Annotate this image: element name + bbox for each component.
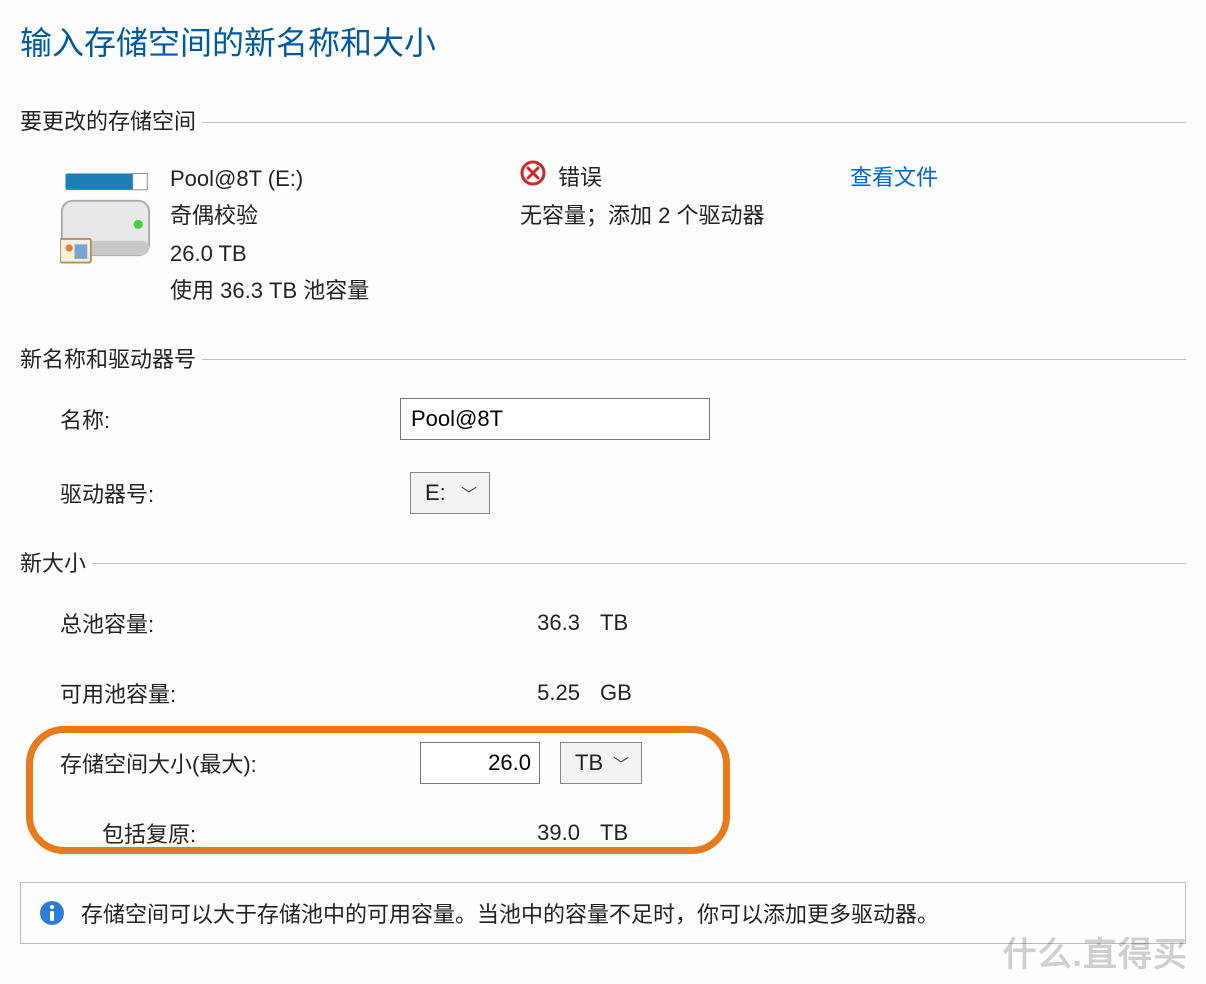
incl-restore-label: 包括复原: — [60, 817, 420, 849]
info-text: 存储空间可以大于存储池中的可用容量。当池中的容量不足时，你可以添加更多驱动器。 — [81, 897, 939, 929]
name-label: 名称: — [60, 403, 400, 435]
avail-pool-unit: GB — [600, 680, 700, 706]
section-new-size: 新大小 总池容量: 36.3 TB 可用池容量: 5.25 GB 存储空间大小(… — [20, 546, 1186, 854]
max-size-label: 存储空间大小(最大): — [60, 747, 420, 779]
drive-icon — [60, 160, 170, 274]
avail-pool-value: 5.25 — [480, 680, 600, 706]
drive-letter-value: E: — [425, 480, 446, 506]
max-size-unit-select[interactable]: TB ﹀ — [560, 742, 642, 784]
info-bar: 存储空间可以大于存储池中的可用容量。当池中的容量不足时，你可以添加更多驱动器。 — [20, 882, 1186, 944]
total-pool-label: 总池容量: — [60, 607, 420, 639]
drive-size: 26.0 TB — [170, 235, 520, 272]
drive-usage: 使用 36.3 TB 池容量 — [170, 272, 520, 309]
page-title: 输入存储空间的新名称和大小 — [20, 18, 1186, 64]
drive-letter-select[interactable]: E: ﹀ — [410, 472, 490, 514]
status-detail: 无容量；添加 2 个驱动器 — [520, 198, 850, 230]
section-name-letter: 新名称和驱动器号 名称: 驱动器号: E: ﹀ — [20, 342, 1186, 514]
total-pool-value: 36.3 — [480, 610, 600, 636]
info-icon — [39, 900, 65, 926]
divider — [92, 563, 1186, 564]
avail-pool-label: 可用池容量: — [60, 677, 420, 709]
incl-restore-value: 39.0 — [480, 820, 600, 846]
drive-name: Pool@8T (E:) — [170, 160, 520, 197]
drive-letter-label: 驱动器号: — [60, 477, 400, 509]
section-current-space: 要更改的存储空间 Pool@8T (E:) 奇偶校验 26.0 TB 使用 — [20, 104, 1186, 310]
section-header-size: 新大小 — [20, 546, 92, 578]
status-label: 错误 — [558, 160, 602, 192]
total-pool-unit: TB — [600, 610, 700, 636]
divider — [202, 122, 1186, 123]
incl-restore-unit: TB — [600, 820, 700, 846]
drive-type: 奇偶校验 — [170, 197, 520, 234]
view-files-link[interactable]: 查看文件 — [850, 165, 938, 190]
chevron-down-icon: ﹀ — [461, 481, 477, 505]
section-header-current: 要更改的存储空间 — [20, 104, 202, 136]
max-size-unit-value: TB — [575, 750, 603, 776]
name-input[interactable] — [400, 398, 710, 440]
max-size-input[interactable] — [420, 742, 540, 784]
error-icon — [520, 160, 546, 192]
divider — [202, 359, 1186, 360]
section-header-name: 新名称和驱动器号 — [20, 342, 202, 374]
chevron-down-icon: ﹀ — [613, 751, 629, 775]
